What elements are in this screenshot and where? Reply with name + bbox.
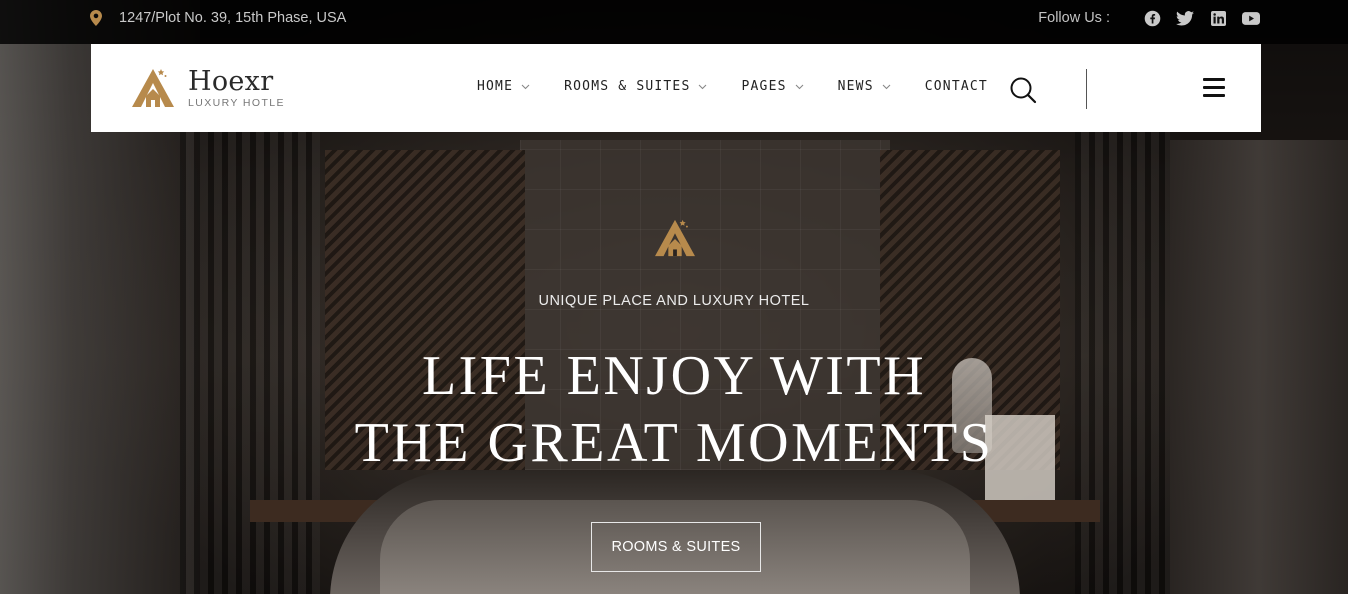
nav-item-label: HOME	[477, 79, 514, 94]
navbar-divider	[1086, 69, 1087, 109]
nav-item-news[interactable]: NEWS	[838, 79, 891, 94]
hamburger-menu-icon[interactable]	[1203, 78, 1225, 98]
hero-title-line-1: LIFE ENJOY WITH	[421, 345, 927, 407]
house-logo-icon	[132, 69, 174, 107]
nav-item-label: PAGES	[741, 79, 787, 94]
chevron-down-icon	[882, 84, 891, 89]
follow-label: Follow Us :	[1038, 10, 1110, 26]
nav-item-rooms-suites[interactable]: ROOMS & SUITES	[564, 79, 707, 94]
nav-item-contact[interactable]: CONTACT	[925, 79, 988, 94]
map-pin-icon	[90, 10, 102, 26]
nav-item-pages[interactable]: PAGES	[741, 79, 804, 94]
chevron-down-icon	[795, 84, 804, 89]
youtube-icon[interactable]	[1242, 9, 1260, 27]
nav-item-label: ROOMS & SUITES	[564, 79, 691, 94]
rooms-suites-button[interactable]: ROOMS & SUITES	[591, 522, 761, 572]
facebook-icon[interactable]	[1143, 9, 1161, 27]
brand-name: Hoexr	[188, 65, 274, 97]
linkedin-icon[interactable]	[1209, 9, 1227, 27]
chevron-down-icon	[521, 84, 530, 89]
search-icon[interactable]	[1009, 76, 1037, 104]
nav-item-home[interactable]: HOME	[477, 79, 530, 94]
twitter-icon[interactable]	[1176, 9, 1194, 27]
social-follow: Follow Us :	[1038, 8, 1260, 28]
top-bar: 1247/Plot No. 39, 15th Phase, USA Follow…	[0, 0, 1348, 44]
hero-title-line-2: THE GREAT MOMENTS	[354, 412, 994, 474]
address-info: 1247/Plot No. 39, 15th Phase, USA	[90, 9, 346, 27]
brand-tagline: LUXURY HOTLE	[188, 96, 285, 109]
hero-title: LIFE ENJOY WITH THE GREAT MOMENTS	[0, 343, 1348, 477]
chevron-down-icon	[699, 84, 707, 89]
house-emblem-icon	[655, 219, 695, 257]
hero-eyebrow: UNIQUE PLACE AND LUXURY HOTEL	[538, 293, 810, 309]
main-navbar: Hoexr LUXURY HOTLE HOME ROOMS & SUITES P…	[91, 44, 1261, 132]
address-text: 1247/Plot No. 39, 15th Phase, USA	[119, 10, 347, 26]
nav-item-label: CONTACT	[924, 79, 988, 94]
primary-menu: HOME ROOMS & SUITES PAGES NEWS CONTACT	[477, 79, 988, 94]
nav-item-label: NEWS	[837, 79, 874, 94]
brand-logo[interactable]: Hoexr LUXURY HOTLE	[130, 67, 285, 109]
